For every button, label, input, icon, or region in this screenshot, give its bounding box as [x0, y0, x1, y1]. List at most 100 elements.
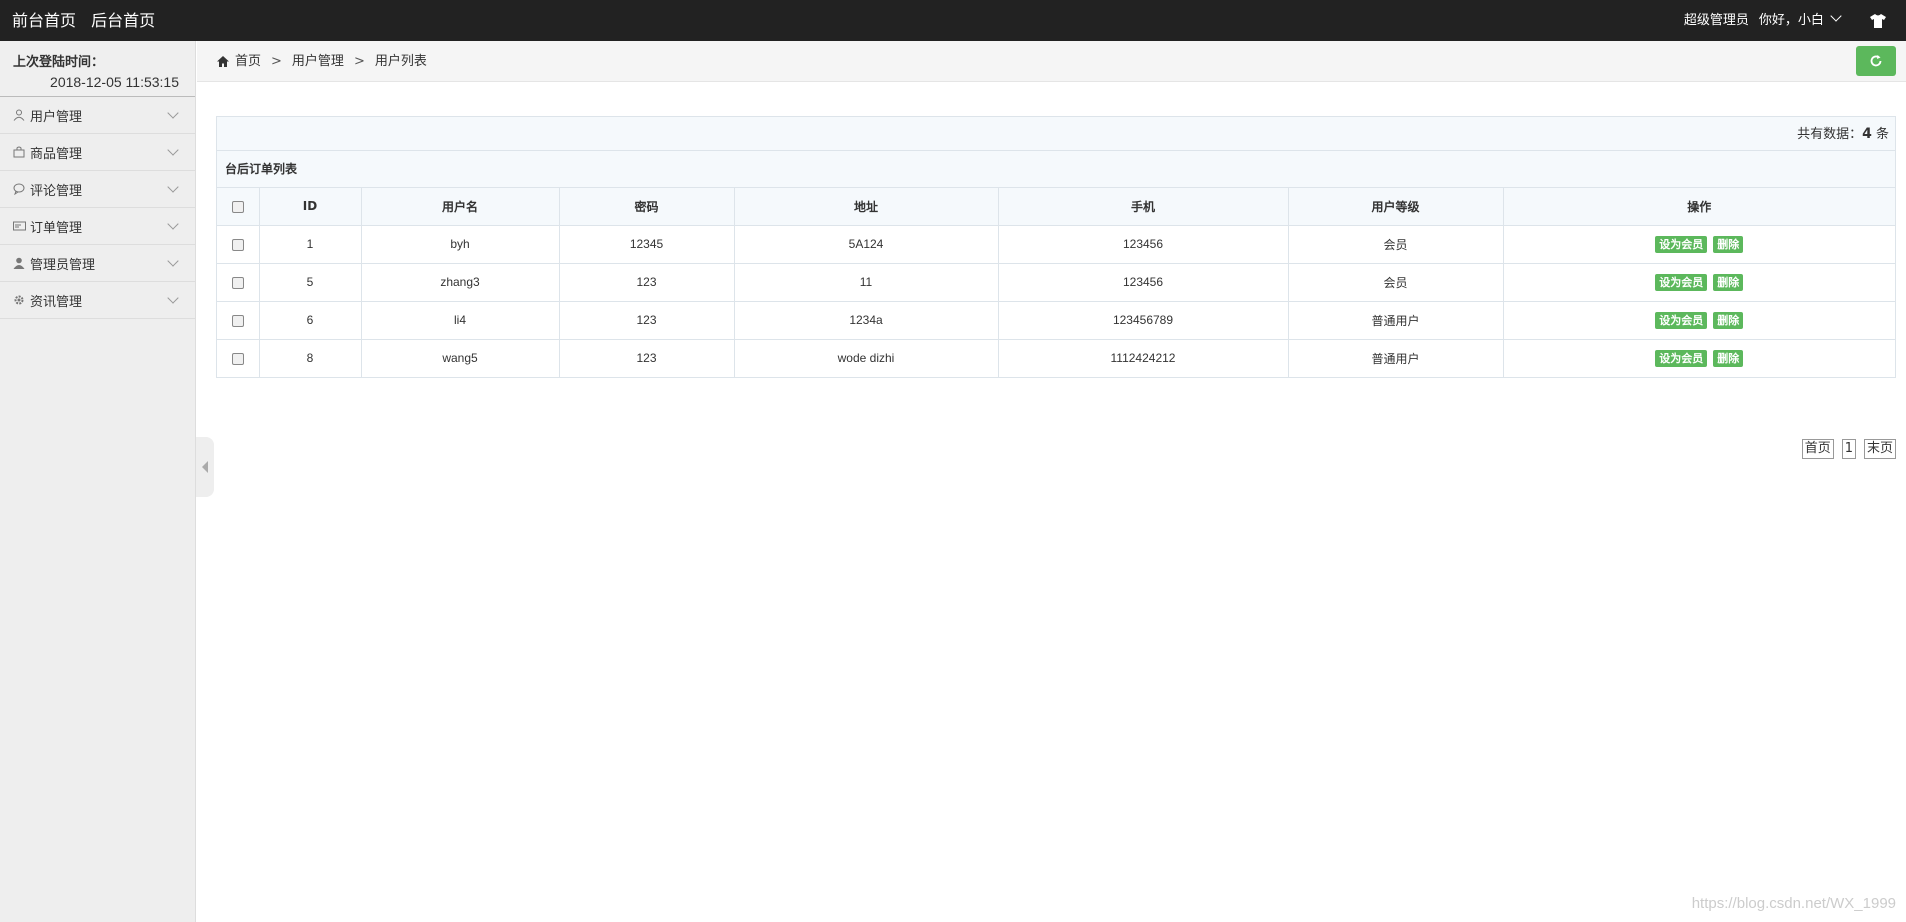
front-home-link[interactable]: 前台首页 — [12, 11, 76, 30]
tshirt-icon[interactable] — [1850, 0, 1906, 41]
breadcrumb-user-management[interactable]: 用户管理 — [292, 41, 344, 82]
column-header: 用户名 — [361, 188, 560, 226]
delete-button[interactable]: 删除 — [1713, 349, 1744, 367]
table-row: 1 byh 12345 5A124 123456 会员 设为会员 删除 — [217, 225, 1895, 264]
row-checkbox[interactable] — [231, 238, 244, 251]
row-select-cell — [217, 263, 260, 302]
row-checkbox[interactable] — [231, 314, 244, 327]
sidebar-item-label: 用户管理 — [30, 109, 83, 125]
sidebar-item-label: 资讯管理 — [30, 294, 83, 310]
sidebar-item-admin-management[interactable]: 管理员管理 — [0, 245, 195, 282]
sidebar-collapse-handle[interactable] — [196, 437, 214, 497]
select-all-checkbox[interactable] — [231, 200, 244, 213]
select-all-cell — [217, 188, 260, 226]
chevron-left-icon — [202, 461, 208, 473]
row-select-cell — [217, 225, 260, 264]
user-greeting-dropdown[interactable]: 你好，小白 — [1759, 0, 1842, 41]
row-select-cell — [217, 301, 260, 340]
cell-actions: 设为会员 删除 — [1503, 301, 1895, 340]
cell-phone: 1112424212 — [998, 339, 1289, 377]
row-checkbox[interactable] — [231, 276, 244, 289]
comment-icon — [12, 182, 26, 196]
sidebar-item-user-management[interactable]: 用户管理 — [0, 97, 195, 134]
table-row: 5 zhang3 123 11 123456 会员 设为会员 删除 — [217, 263, 1895, 302]
cell-password: 12345 — [559, 225, 735, 264]
cell-actions: 设为会员 删除 — [1503, 225, 1895, 264]
chevron-down-icon — [167, 107, 179, 119]
set-member-button[interactable]: 设为会员 — [1655, 235, 1708, 253]
cell-username: li4 — [361, 301, 560, 340]
refresh-button[interactable] — [1856, 46, 1896, 76]
admin-home-link[interactable]: 后台首页 — [91, 11, 155, 30]
sidebar-item-comment-management[interactable]: 评论管理 — [0, 171, 195, 208]
cell-level: 普通用户 — [1288, 339, 1504, 377]
cell-username: zhang3 — [361, 263, 560, 302]
sidebar-item-label: 订单管理 — [30, 220, 83, 236]
count-prefix: 共有数据： — [1797, 127, 1863, 142]
user-area: 超级管理员 你好，小白 — [1684, 0, 1906, 41]
count-suffix: 条 — [1875, 127, 1889, 142]
sidebar-item-news-management[interactable]: 资讯管理 — [0, 282, 195, 319]
home-icon — [217, 56, 229, 67]
set-member-button[interactable]: 设为会员 — [1655, 273, 1708, 291]
sidebar-item-order-management[interactable]: 订单管理 — [0, 208, 195, 245]
cell-actions: 设为会员 删除 — [1503, 263, 1895, 302]
cell-password: 123 — [559, 263, 735, 302]
first-page-button[interactable]: 首页 — [1801, 439, 1834, 459]
cell-level: 会员 — [1288, 225, 1504, 264]
chevron-down-icon — [1830, 10, 1842, 22]
column-header: 用户等级 — [1288, 188, 1504, 226]
chevron-down-icon — [167, 255, 179, 267]
sidebar-item-product-management[interactable]: 商品管理 — [0, 134, 195, 171]
user-list-panel: 共有数据：4 条 台后订单列表 ID 用户名 密码 地址 手机 用户等级 操作 … — [216, 116, 1896, 378]
breadcrumb-bar: 首页 > 用户管理 > 用户列表 — [197, 41, 1906, 82]
cell-phone: 123456 — [998, 225, 1289, 264]
last-login-time: 2018-12-05 11:53:15 — [50, 74, 179, 90]
delete-button[interactable]: 删除 — [1713, 273, 1744, 291]
cell-address: 1234a — [734, 301, 999, 340]
top-navbar: 前台首页 后台首页 超级管理员 你好，小白 — [0, 0, 1906, 41]
last-login-info: 上次登陆时间： 2018-12-05 11:53:15 — [0, 41, 195, 97]
cell-level: 会员 — [1288, 263, 1504, 302]
watermark-text: https://blog.csdn.net/WX_1999 — [1691, 895, 1896, 912]
cell-username: byh — [361, 225, 560, 264]
column-header: 密码 — [559, 188, 735, 226]
chevron-down-icon — [167, 292, 179, 304]
delete-button[interactable]: 删除 — [1713, 235, 1744, 253]
delete-button[interactable]: 删除 — [1713, 311, 1744, 329]
panel-title: 台后订单列表 — [217, 151, 1895, 188]
cell-id: 6 — [259, 301, 362, 340]
last-login-label: 上次登陆时间： — [13, 55, 105, 70]
user-table: ID 用户名 密码 地址 手机 用户等级 操作 1 byh 12345 5A12… — [217, 188, 1895, 377]
column-header: 地址 — [734, 188, 999, 226]
table-row: 8 wang5 123 wode dizhi 1112424212 普通用户 设… — [217, 339, 1895, 377]
breadcrumb-separator: > — [271, 54, 282, 69]
role-label[interactable]: 超级管理员 — [1684, 0, 1749, 41]
cell-phone: 123456 — [998, 263, 1289, 302]
chevron-down-icon — [167, 181, 179, 193]
bag-icon — [12, 145, 26, 159]
chevron-down-icon — [167, 144, 179, 156]
cell-address: 5A124 — [734, 225, 999, 264]
cell-level: 普通用户 — [1288, 301, 1504, 340]
cell-address: wode dizhi — [734, 339, 999, 377]
breadcrumb-home[interactable]: 首页 — [235, 41, 261, 82]
count-value: 4 — [1862, 126, 1872, 142]
table-header-row: ID 用户名 密码 地址 手机 用户等级 操作 — [217, 188, 1895, 226]
row-checkbox[interactable] — [231, 353, 244, 366]
breadcrumb-separator: > — [353, 54, 365, 69]
set-member-button[interactable]: 设为会员 — [1655, 311, 1708, 329]
refresh-icon — [1870, 55, 1882, 67]
user-icon — [12, 108, 26, 122]
sidebar-item-label: 评论管理 — [30, 183, 83, 199]
person-icon — [12, 256, 26, 270]
chevron-down-icon — [167, 218, 179, 230]
page-number-button[interactable]: 1 — [1841, 439, 1856, 459]
set-member-button[interactable]: 设为会员 — [1655, 349, 1708, 367]
sidebar-item-label: 商品管理 — [30, 146, 83, 162]
cell-id: 8 — [259, 339, 362, 377]
sidebar: 上次登陆时间： 2018-12-05 11:53:15 用户管理 商品管理 评论… — [0, 41, 196, 922]
cell-actions: 设为会员 删除 — [1503, 339, 1895, 377]
last-page-button[interactable]: 末页 — [1863, 439, 1896, 459]
record-count: 共有数据：4 条 — [217, 117, 1895, 151]
